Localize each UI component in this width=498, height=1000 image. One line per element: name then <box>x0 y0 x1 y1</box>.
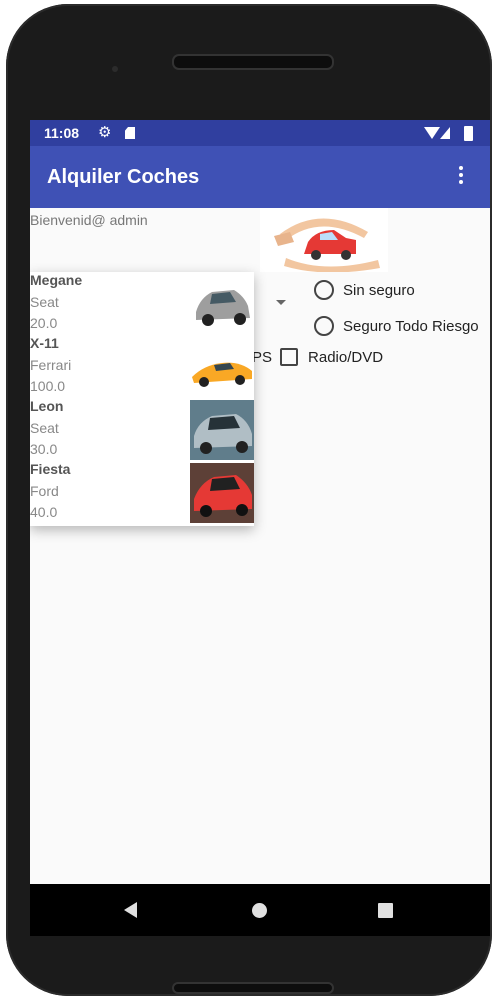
car-price: 100.0 <box>30 378 66 394</box>
earpiece-speaker <box>172 54 334 70</box>
car-insurance-hands-image <box>260 208 388 273</box>
car-brand: Seat <box>30 420 59 436</box>
recents-icon[interactable] <box>378 903 393 918</box>
list-item-leon[interactable]: Leon Seat 30.0 <box>30 398 254 461</box>
device-screen: 11:08 ⚙ Alquiler Coches Bienvenid@ admin <box>30 120 490 936</box>
list-item-fiesta[interactable]: Fiesta Ford 40.0 <box>30 461 254 524</box>
gps-label-fragment: PS <box>252 348 273 366</box>
back-icon[interactable] <box>124 902 137 918</box>
radio-seguro-todo-riesgo[interactable]: Seguro Todo Riesgo <box>314 316 479 336</box>
extras-row: PS Radio/DVD <box>252 348 383 366</box>
app-title: Alquiler Coches <box>47 166 200 188</box>
car-brand: Ford <box>30 483 59 499</box>
phone-frame: 11:08 ⚙ Alquiler Coches Bienvenid@ admin <box>6 4 492 996</box>
list-item-x-11[interactable]: X-11 Ferrari 100.0 <box>30 335 254 398</box>
bottom-speaker <box>172 982 334 994</box>
radio-sin-seguro[interactable]: Sin seguro <box>314 280 415 300</box>
car-model: Fiesta <box>30 461 71 477</box>
battery-icon <box>464 126 473 141</box>
car-price: 20.0 <box>30 315 58 331</box>
red-hatchback-car-icon <box>190 463 254 523</box>
radio-label: Sin seguro <box>343 281 415 299</box>
status-time: 11:08 <box>44 125 80 141</box>
sd-card-icon <box>125 127 135 139</box>
status-bar: 11:08 ⚙ <box>30 120 490 146</box>
navigation-bar <box>30 884 490 936</box>
welcome-text: Bienvenid@ admin <box>30 212 148 228</box>
wifi-icon <box>424 127 440 139</box>
list-item-megane[interactable]: Megane Seat 20.0 <box>30 272 254 335</box>
app-bar: Alquiler Coches <box>30 146 490 208</box>
silver-sedan-car-icon <box>190 400 254 460</box>
radio-circle-icon[interactable] <box>314 280 334 300</box>
radio-label: Seguro Todo Riesgo <box>343 317 479 335</box>
cell-signal-icon <box>440 127 450 139</box>
car-brand: Ferrari <box>30 357 72 373</box>
settings-gear-icon: ⚙ <box>98 124 112 141</box>
car-model: X-11 <box>30 335 59 351</box>
car-model: Leon <box>30 398 64 414</box>
radio-dvd-label: Radio/DVD <box>308 348 384 366</box>
silver-hatchback-car-icon <box>190 274 254 334</box>
car-model: Megane <box>30 272 83 288</box>
radio-dvd-checkbox[interactable] <box>280 348 299 366</box>
home-icon[interactable] <box>252 903 267 918</box>
car-price: 30.0 <box>30 441 58 457</box>
dropdown-arrow-icon[interactable] <box>276 300 286 305</box>
car-dropdown-list: Megane Seat 20.0 X-11 Ferrari 100.0 Leon… <box>30 272 254 526</box>
car-brand: Seat <box>30 294 59 310</box>
front-camera <box>112 66 118 72</box>
overflow-menu-icon[interactable] <box>456 166 466 188</box>
radio-circle-icon[interactable] <box>314 316 334 336</box>
yellow-sports-car-icon <box>190 337 254 397</box>
car-price: 40.0 <box>30 504 58 520</box>
